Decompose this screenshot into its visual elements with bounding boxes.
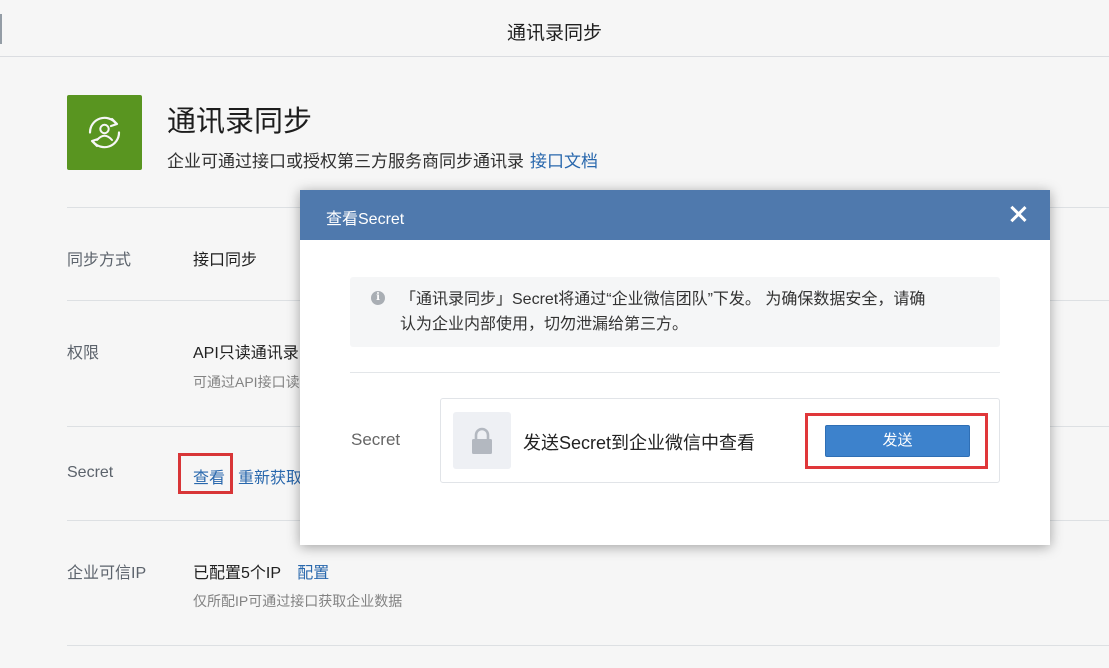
info-icon: i <box>371 291 385 305</box>
notice-box: i 「通讯录同步」Secret将通过“企业微信团队”下发。 为确保数据安全，请确… <box>350 277 1000 347</box>
notice-line: 「通讯录同步」Secret将通过“企业微信团队”下发。 为确保数据安全，请确 <box>400 291 926 308</box>
lock-icon <box>453 412 511 469</box>
notice-line: 认为企业内部使用，切勿泄漏给第三方。 <box>400 316 689 333</box>
dialog-divider <box>350 372 1000 373</box>
view-secret-dialog: 查看Secret i 「通讯录同步」Secret将通过“企业微信团队”下发。 为… <box>300 190 1050 545</box>
notice-text: 「通讯录同步」Secret将通过“企业微信团队”下发。 为确保数据安全，请确 认… <box>400 287 990 337</box>
send-button[interactable]: 发送 <box>825 425 970 457</box>
dialog-header: 查看Secret <box>300 190 1050 240</box>
close-icon[interactable] <box>1008 204 1028 224</box>
dialog-title: 查看Secret <box>326 211 405 228</box>
secret-label: Secret <box>351 430 401 449</box>
send-secret-card: 发送Secret到企业微信中查看 发送 <box>440 398 1000 483</box>
send-secret-text: 发送Secret到企业微信中查看 <box>523 433 756 453</box>
